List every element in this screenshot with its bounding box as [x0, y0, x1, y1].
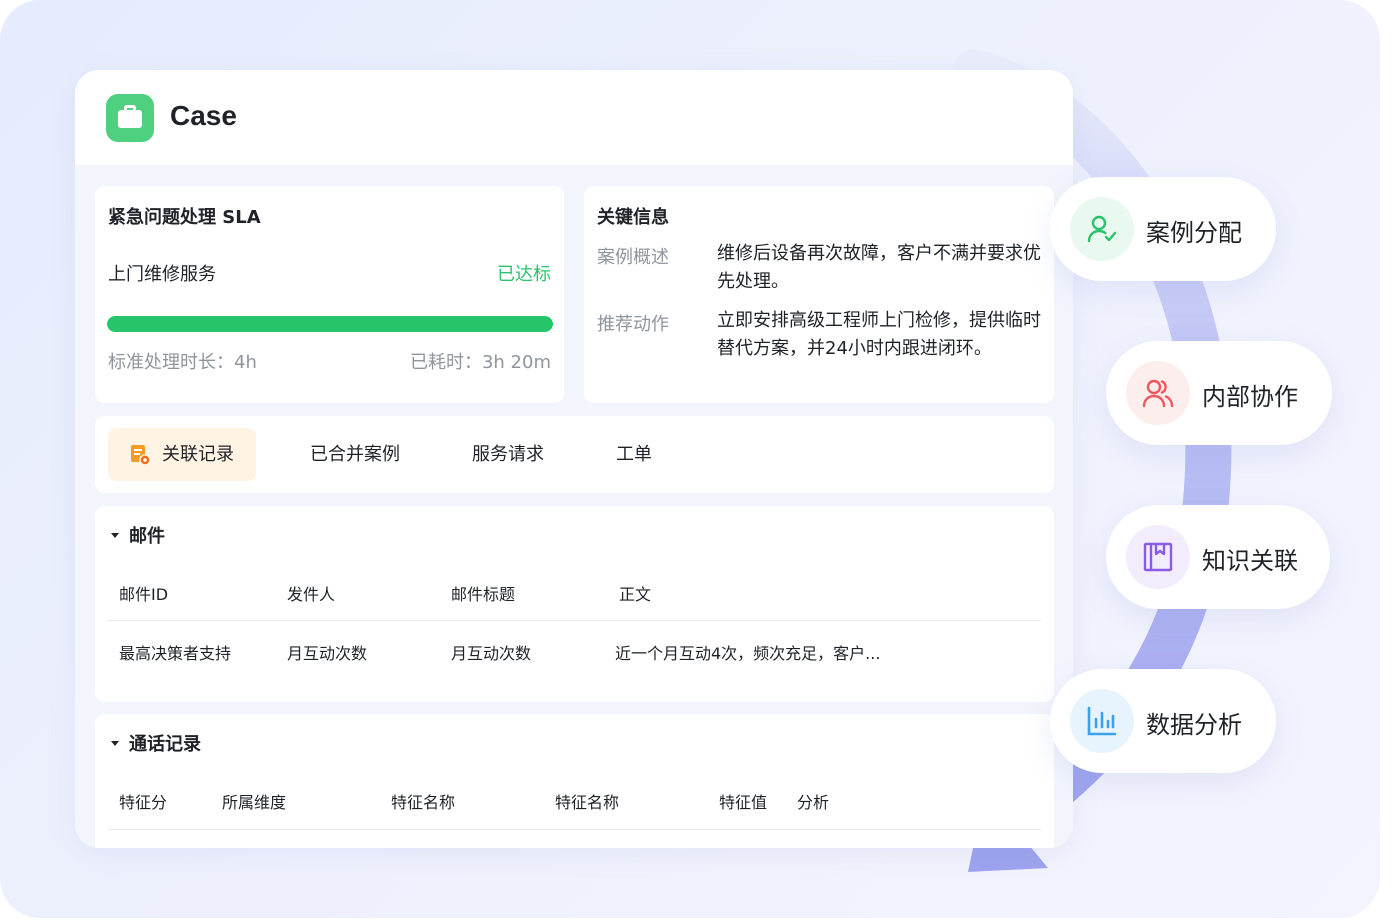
sla-elapsed-time: 已耗时：3h 20m — [409, 352, 551, 373]
tab-service-requests[interactable]: 服务请求 — [472, 428, 544, 481]
tabs-bar: 关联记录 已合并案例 服务请求 工单 — [95, 416, 1054, 493]
sla-title: 紧急问题处理 SLA — [108, 207, 261, 228]
call-section-toggle[interactable]: 通话记录 — [111, 730, 201, 756]
table-cell: 月互动次数 — [451, 644, 532, 663]
case-header: Case — [75, 70, 1073, 165]
action-label: 推荐动作 — [597, 314, 669, 335]
action-value: 立即安排高级工程师上门检修，提供临时替代方案，并24小时内跟进闭环。 — [717, 310, 1041, 359]
bar-chart-icon — [1070, 689, 1134, 753]
sla-progress-fill — [107, 316, 553, 332]
feature-label: 数据分析 — [1146, 711, 1242, 739]
caret-down-icon — [111, 740, 119, 746]
tab-work-orders[interactable]: 工单 — [616, 428, 652, 481]
users-icon — [1126, 361, 1190, 425]
column-header: 正文 — [619, 585, 652, 604]
feature-data-analysis[interactable]: 数据分析 — [1050, 669, 1276, 773]
feature-internal-collaboration[interactable]: 内部协作 — [1106, 341, 1332, 445]
column-header: 发件人 — [287, 585, 336, 604]
key-info-panel: 关键信息 案例概述 维修后设备再次故障，客户不满并要求优先处理。 推荐动作 立即… — [584, 186, 1054, 403]
call-section-title: 通话记录 — [129, 734, 201, 755]
column-header: 所属维度 — [222, 793, 287, 812]
case-body: 紧急问题处理 SLA 上门维修服务 已达标 标准处理时长：4h 已耗时：3h 2… — [75, 165, 1073, 848]
sla-service: 上门维修服务 — [108, 264, 216, 285]
user-check-icon — [1070, 197, 1134, 261]
table-cell: 最高决策者支持 — [119, 644, 232, 663]
tab-merged-cases[interactable]: 已合并案例 — [310, 428, 400, 481]
tab-label: 关联记录 — [162, 444, 234, 465]
tab-label: 已合并案例 — [310, 444, 400, 465]
case-title: Case — [170, 100, 237, 131]
feature-label: 案例分配 — [1146, 219, 1242, 247]
sla-progress-bar — [107, 316, 553, 332]
column-header: 邮件标题 — [451, 585, 516, 604]
table-cell: 月互动次数 — [287, 644, 368, 663]
sla-status-badge: 已达标 — [497, 264, 551, 285]
sla-panel: 紧急问题处理 SLA 上门维修服务 已达标 标准处理时长：4h 已耗时：3h 2… — [95, 186, 564, 403]
tab-label: 工单 — [616, 444, 652, 465]
feature-label: 内部协作 — [1202, 383, 1298, 411]
mail-section: 邮件 邮件ID 发件人 邮件标题 正文 最高决策者支持 月互动次数 月互动次数 … — [95, 506, 1054, 702]
column-header: 特征值 — [719, 793, 768, 812]
table-divider — [108, 829, 1041, 830]
sla-standard-time: 标准处理时长：4h — [108, 352, 257, 373]
mail-section-toggle[interactable]: 邮件 — [111, 522, 165, 548]
column-header: 特征名称 — [555, 793, 620, 812]
call-records-section: 通话记录 特征分 所属维度 特征名称 特征名称 特征值 分析 — [95, 714, 1054, 848]
table-cell: 近一个月互动4次，频次充足，客户... — [615, 644, 881, 663]
key-info-title: 关键信息 — [597, 207, 669, 228]
case-card: Case 紧急问题处理 SLA 上门维修服务 已达标 标准处理时长：4h 已耗时… — [75, 70, 1073, 848]
briefcase-icon — [106, 94, 154, 142]
book-icon — [1126, 525, 1190, 589]
feature-knowledge-link[interactable]: 知识关联 — [1106, 505, 1330, 609]
summary-value: 维修后设备再次故障，客户不满并要求优先处理。 — [717, 243, 1041, 292]
mail-section-title: 邮件 — [129, 526, 165, 547]
caret-down-icon — [111, 532, 119, 538]
column-header: 邮件ID — [119, 585, 169, 604]
column-header: 特征名称 — [391, 793, 456, 812]
column-header: 特征分 — [119, 793, 168, 812]
table-divider — [108, 620, 1041, 621]
record-link-icon — [131, 445, 150, 466]
tab-label: 服务请求 — [472, 444, 544, 465]
summary-label: 案例概述 — [597, 247, 669, 268]
feature-case-assignment[interactable]: 案例分配 — [1050, 177, 1276, 281]
feature-label: 知识关联 — [1202, 547, 1298, 575]
column-header: 分析 — [797, 793, 830, 812]
tab-related-records[interactable]: 关联记录 — [108, 428, 256, 481]
